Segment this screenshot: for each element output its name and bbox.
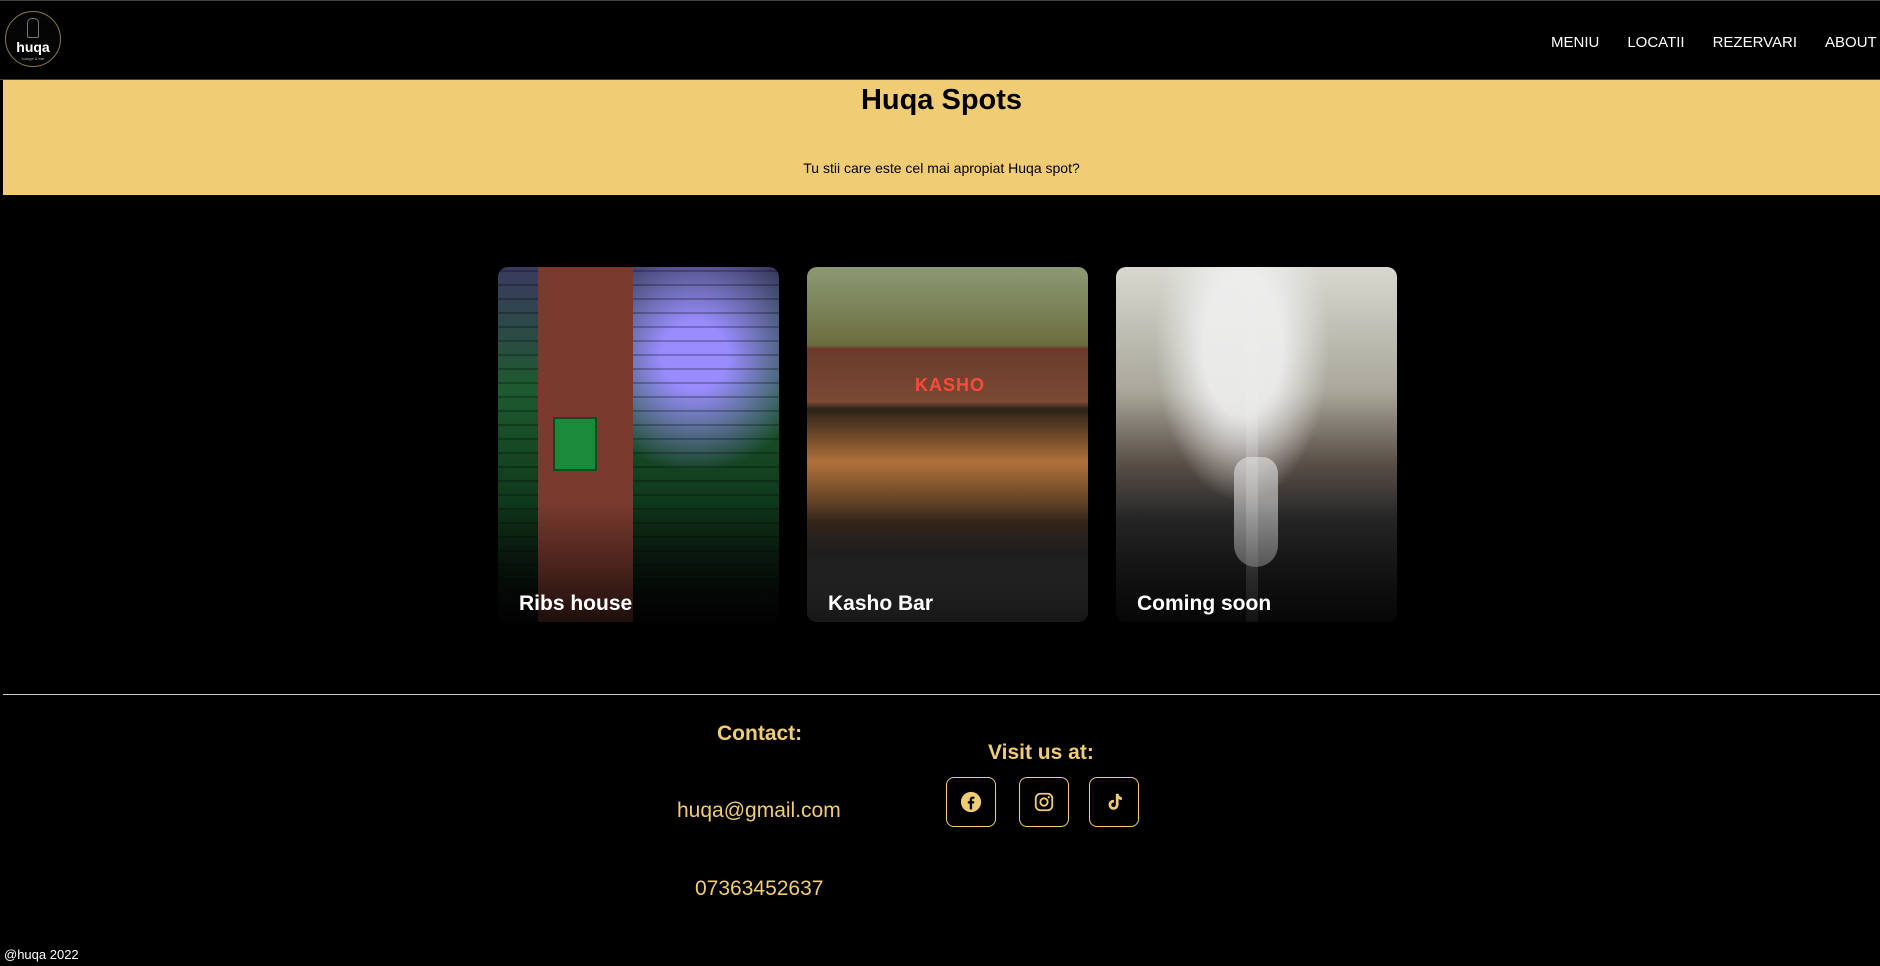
tiktok-button[interactable]	[1089, 777, 1139, 827]
instagram-icon	[1034, 792, 1054, 812]
copyright-text: @huqa 2022	[4, 947, 79, 962]
huqa-logo[interactable]: huqa lounge & bar	[5, 11, 61, 67]
location-card-coming-soon[interactable]: Coming soon	[1116, 267, 1397, 622]
visit-us-title: Visit us at:	[988, 741, 1094, 764]
nav-item-about-us[interactable]: ABOUT US	[1825, 34, 1880, 51]
card-label: Kasho Bar	[828, 592, 934, 615]
navbar: huqa lounge & bar MENIU LOCATII REZERVAR…	[0, 0, 1880, 80]
hookah-figure-icon	[27, 17, 39, 38]
footer-divider	[3, 694, 1880, 695]
facebook-button[interactable]	[946, 777, 996, 827]
card-label: Coming soon	[1137, 592, 1272, 615]
nav-links: MENIU LOCATII REZERVARI ABOUT US	[1551, 34, 1880, 51]
instagram-button[interactable]	[1019, 777, 1069, 827]
location-card-kasho-bar[interactable]: Kasho Bar	[807, 267, 1088, 622]
nav-item-meniu[interactable]: MENIU	[1551, 34, 1599, 51]
logo-subtitle: lounge & bar	[21, 55, 45, 61]
card-label: Ribs house	[519, 592, 633, 615]
contact-phone-link[interactable]: 07363452637	[695, 877, 823, 901]
facebook-icon	[960, 791, 982, 813]
hero-banner: Huqa Spots Tu stii care este cel mai apr…	[3, 80, 1880, 195]
contact-email-link[interactable]: huqa@gmail.com	[677, 799, 841, 823]
tiktok-icon	[1108, 793, 1122, 810]
location-card-ribs-house[interactable]: Ribs house	[498, 267, 779, 622]
logo-text: huqa	[16, 38, 50, 55]
page-subtitle: Tu stii care este cel mai apropiat Huqa …	[803, 160, 1080, 176]
contact-title: Contact:	[717, 722, 803, 745]
nav-item-rezervari[interactable]: REZERVARI	[1713, 34, 1797, 51]
page-title: Huqa Spots	[860, 84, 1023, 116]
nav-item-locatii[interactable]: LOCATII	[1627, 34, 1684, 51]
